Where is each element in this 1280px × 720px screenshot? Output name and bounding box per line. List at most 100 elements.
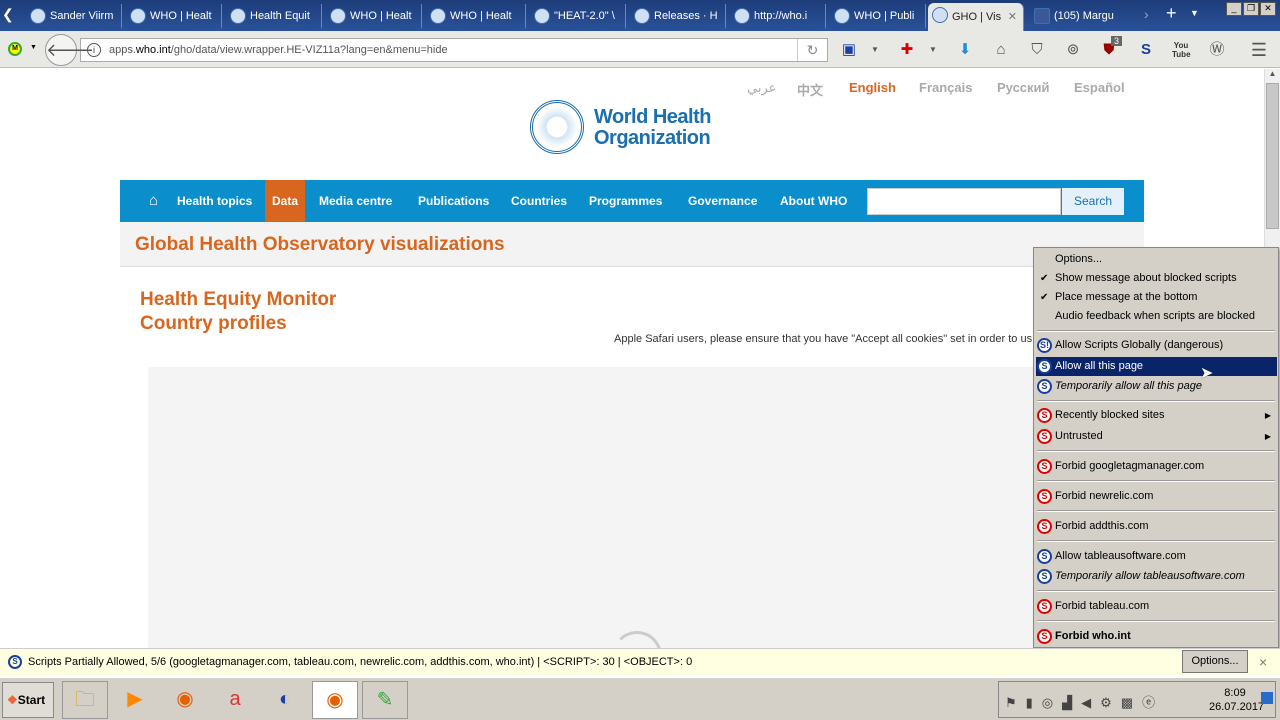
close-window-button[interactable]: ✕ [1260, 2, 1276, 16]
app-a-icon[interactable]: a [212, 681, 258, 719]
menu-show-message[interactable]: ✔ Show message about blocked scripts [1036, 269, 1277, 288]
menu-forbid-addthis[interactable]: S Forbid addthis.com [1036, 517, 1277, 536]
menu-options[interactable]: Options... [1036, 250, 1277, 269]
menu-temp-allow-page[interactable]: S Temporarily allow all this page [1036, 377, 1277, 396]
search-button[interactable]: Search [1062, 188, 1124, 215]
close-tab-icon[interactable]: ✕ [1008, 3, 1017, 31]
url-bar[interactable]: i apps.who.int/gho/data/view.wrapper.HE-… [80, 38, 828, 62]
lang-arabic[interactable]: عربي [747, 80, 776, 96]
firefox-icon[interactable]: ◉ [162, 681, 208, 719]
nav-governance[interactable]: Governance [681, 180, 764, 222]
download-icon[interactable]: ⬇ [956, 41, 974, 59]
tab[interactable]: WHO | Healt [426, 4, 526, 28]
noscript-icon[interactable]: S [1137, 41, 1155, 59]
tab-label: "HEAT-2.0" \ [554, 10, 615, 22]
minimize-button[interactable]: _ [1226, 2, 1242, 16]
tab-list-icon[interactable]: ▼ [1190, 8, 1199, 18]
menu-allow-tableausoftware[interactable]: S Allow tableausoftware.com [1036, 547, 1277, 566]
wallabag-icon[interactable]: Ⓦ [1208, 41, 1226, 59]
show-desktop-icon[interactable] [1261, 692, 1273, 704]
facebook-favicon-icon [1034, 8, 1050, 24]
clock[interactable]: 8:09 26.07.2017 [1209, 686, 1264, 714]
reload-icon[interactable]: ↻ [797, 39, 827, 61]
tab[interactable]: WHO | Publi [830, 4, 926, 28]
tab[interactable]: "HEAT-2.0" \ [530, 4, 626, 28]
tab[interactable]: Health Equit [226, 4, 322, 28]
media-player-icon[interactable]: ▶ [112, 681, 158, 719]
extension-m-icon[interactable]: M [8, 42, 22, 56]
save-icon[interactable]: ▣ [840, 41, 858, 59]
submenu-arrow-icon: ▶ [1264, 411, 1271, 420]
link-icon[interactable]: ⊚ [1064, 41, 1082, 59]
menu-audio-feedback[interactable]: Audio feedback when scripts are blocked [1036, 307, 1277, 326]
menu-forbid-who[interactable]: S Forbid who.int [1036, 627, 1277, 646]
tab[interactable]: WHO | Healt [126, 4, 222, 28]
notification-options-button[interactable]: Options... [1182, 650, 1248, 673]
pocket-icon[interactable]: ⛉ [1028, 41, 1046, 59]
dropdown-icon[interactable]: ▼ [924, 41, 942, 59]
check-icon: ✔ [1040, 273, 1049, 284]
noscript-forbid-icon: S [1037, 519, 1052, 534]
who-emblem-icon[interactable] [530, 100, 584, 154]
lang-chinese[interactable]: 中文 [797, 80, 823, 99]
dropdown-icon[interactable]: ▼ [30, 44, 37, 51]
tab[interactable]: Sander Viirm [26, 4, 122, 28]
tableau-viz-frame[interactable] [148, 367, 1048, 648]
first-aid-icon[interactable]: ✚ [898, 41, 916, 59]
home-icon[interactable]: ⌂ [142, 180, 165, 222]
notepad-icon[interactable]: ✎ [362, 681, 408, 719]
menu-hamburger-icon[interactable]: ☰ [1250, 41, 1268, 59]
nav-data[interactable]: Data [265, 180, 306, 222]
firefox-active-icon[interactable]: ◉ [312, 681, 358, 719]
menu-untrusted[interactable]: S Untrusted ▶ [1036, 427, 1277, 446]
tab[interactable]: Releases · H [630, 4, 726, 28]
noscript-temp-allow-icon: S [1037, 569, 1052, 584]
menu-allow-global[interactable]: S! Allow Scripts Globally (dangerous) [1036, 336, 1277, 355]
menu-forbid-gtm[interactable]: S Forbid googletagmanager.com [1036, 457, 1277, 476]
ublock-badge: 3 [1111, 36, 1123, 46]
nav-countries[interactable]: Countries [504, 180, 574, 222]
who-logo-text[interactable]: World Health Organization [594, 107, 711, 149]
nav-health-topics[interactable]: Health topics [170, 180, 259, 222]
new-tab-icon[interactable]: + [1166, 3, 1177, 24]
menu-label: Forbid who.int [1055, 630, 1131, 642]
restore-button[interactable]: ❐ [1243, 2, 1259, 16]
lang-english[interactable]: English [849, 80, 896, 95]
explorer-icon[interactable]: 🗀 [62, 681, 108, 719]
lang-french[interactable]: Français [919, 80, 972, 95]
lang-russian[interactable]: Русский [997, 80, 1050, 95]
tab-active[interactable]: GHO | Vis ✕ [928, 3, 1024, 31]
seamonkey-icon[interactable]: ◐ [262, 681, 308, 719]
tab-scroll-left[interactable]: ❮ [2, 6, 14, 23]
menu-temp-allow-tableausoftware[interactable]: S Temporarily allow tableausoftware.com [1036, 567, 1277, 586]
lang-spanish[interactable]: Español [1074, 80, 1125, 95]
tab-scroll-right-icon[interactable]: › [1144, 6, 1149, 22]
menu-separator [1037, 540, 1275, 542]
menu-forbid-newrelic[interactable]: S Forbid newrelic.com [1036, 487, 1277, 506]
noscript-forbid-icon: S [1037, 489, 1052, 504]
search-input[interactable] [867, 188, 1061, 215]
tab[interactable]: (105) Margu [1030, 4, 1126, 28]
url-domain: who.int [135, 44, 171, 56]
scrollbar-thumb[interactable] [1266, 83, 1279, 229]
noscript-blocked-icon: S [1037, 408, 1052, 423]
nav-media-centre[interactable]: Media centre [312, 180, 399, 222]
menu-place-bottom[interactable]: ✔ Place message at the bottom [1036, 288, 1277, 307]
nav-programmes[interactable]: Programmes [582, 180, 669, 222]
heading-line: Country profiles [140, 313, 287, 334]
tab[interactable]: http://who.i [730, 4, 826, 28]
dropdown-icon[interactable]: ▼ [866, 41, 884, 59]
youtube-icon[interactable]: You Tube [1172, 41, 1191, 59]
back-button[interactable]: 🡐 [45, 34, 94, 66]
noscript-allow-global-icon: S! [1037, 338, 1052, 353]
start-button[interactable]: ❖Start [2, 682, 54, 718]
nav-publications[interactable]: Publications [411, 180, 496, 222]
tray-icons[interactable]: ⚑▮◎▟◀⚙▩ⓔ [1005, 692, 1164, 711]
tab[interactable]: WHO | Healt [326, 4, 422, 28]
home-icon[interactable]: ⌂ [992, 41, 1010, 59]
menu-forbid-tableau[interactable]: S Forbid tableau.com [1036, 597, 1277, 616]
nav-about-who[interactable]: About WHO [773, 180, 854, 222]
notification-close-button[interactable]: × [1259, 649, 1267, 675]
menu-allow-page[interactable]: S Allow all this page [1036, 357, 1277, 376]
menu-recently-blocked[interactable]: S Recently blocked sites ▶ [1036, 406, 1277, 425]
